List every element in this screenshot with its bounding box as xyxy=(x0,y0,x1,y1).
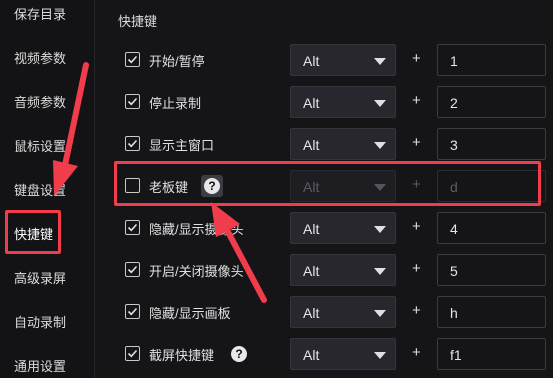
annotation-arrows xyxy=(53,62,267,303)
arrow-to-hotkeys-icon xyxy=(53,62,89,196)
arrow-to-boss-key-icon xyxy=(211,202,267,303)
